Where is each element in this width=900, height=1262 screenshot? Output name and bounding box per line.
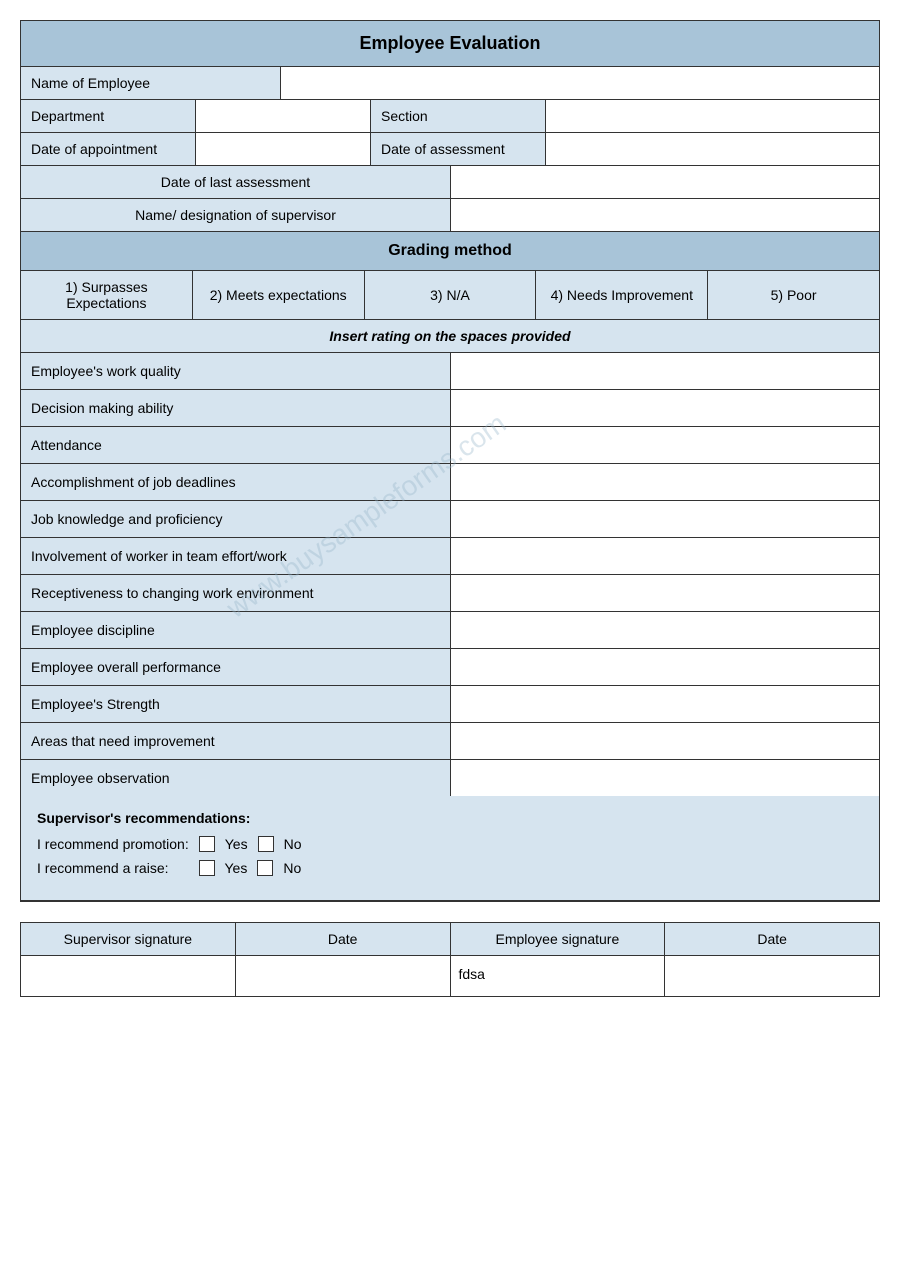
raise-label: I recommend a raise: bbox=[37, 860, 169, 876]
grade-col-1: 1) Surpasses Expectations bbox=[21, 271, 193, 319]
evaluation-items: Employee's work quality Decision making … bbox=[21, 353, 879, 796]
name-value[interactable] bbox=[281, 67, 879, 99]
supervisor-sig-value[interactable] bbox=[21, 956, 236, 996]
eval-item-label: Decision making ability bbox=[21, 390, 451, 426]
supervisor-value[interactable] bbox=[451, 199, 879, 231]
promotion-no-label: No bbox=[284, 836, 302, 852]
eval-row: Employee observation bbox=[21, 760, 879, 796]
sig-header-row: Supervisor signature Date Employee signa… bbox=[21, 923, 879, 956]
name-row: Name of Employee bbox=[21, 67, 879, 100]
eval-row: Job knowledge and proficiency bbox=[21, 501, 879, 538]
eval-item-label: Employee overall performance bbox=[21, 649, 451, 685]
name-label: Name of Employee bbox=[21, 67, 281, 99]
supervisor-row: Name/ designation of supervisor bbox=[21, 199, 879, 232]
eval-item-value[interactable] bbox=[451, 501, 879, 537]
grade-col-4: 4) Needs Improvement bbox=[536, 271, 708, 319]
promotion-line: I recommend promotion: Yes No bbox=[37, 836, 863, 852]
eval-item-value[interactable] bbox=[451, 723, 879, 759]
sig-col3-header: Employee signature bbox=[451, 923, 666, 955]
date-assess-value[interactable] bbox=[546, 133, 879, 165]
promotion-label: I recommend promotion: bbox=[37, 836, 189, 852]
last-assessment-row: Date of last assessment bbox=[21, 166, 879, 199]
promotion-yes-label: Yes bbox=[225, 836, 248, 852]
recommendations-section: Supervisor's recommendations: I recommen… bbox=[21, 796, 879, 901]
eval-item-value[interactable] bbox=[451, 760, 879, 796]
date-appt-label: Date of appointment bbox=[21, 133, 196, 165]
eval-item-label: Involvement of worker in team effort/wor… bbox=[21, 538, 451, 574]
sig-date2-value[interactable] bbox=[665, 956, 879, 996]
eval-item-value[interactable] bbox=[451, 575, 879, 611]
evaluation-form: Employee Evaluation Name of Employee Dep… bbox=[20, 20, 880, 902]
promotion-no-checkbox[interactable] bbox=[258, 836, 274, 852]
eval-item-label: Areas that need improvement bbox=[21, 723, 451, 759]
promotion-yes-checkbox[interactable] bbox=[199, 836, 215, 852]
eval-item-value[interactable] bbox=[451, 353, 879, 389]
eval-row: Employee overall performance bbox=[21, 649, 879, 686]
eval-row: Attendance bbox=[21, 427, 879, 464]
eval-item-value[interactable] bbox=[451, 686, 879, 722]
section-label: Section bbox=[371, 100, 546, 132]
section-value[interactable] bbox=[546, 100, 879, 132]
grade-col-5: 5) Poor bbox=[708, 271, 879, 319]
raise-yes-checkbox[interactable] bbox=[199, 860, 215, 876]
eval-row: Employee discipline bbox=[21, 612, 879, 649]
form-title: Employee Evaluation bbox=[21, 21, 879, 67]
signature-table: Supervisor signature Date Employee signa… bbox=[20, 922, 880, 997]
date-appt-value[interactable] bbox=[196, 133, 371, 165]
eval-item-value[interactable] bbox=[451, 390, 879, 426]
eval-row: Receptiveness to changing work environme… bbox=[21, 575, 879, 612]
date-assess-label: Date of assessment bbox=[371, 133, 546, 165]
sig-col4-header: Date bbox=[665, 923, 879, 955]
eval-row: Employee's Strength bbox=[21, 686, 879, 723]
sig-col2-header: Date bbox=[236, 923, 451, 955]
eval-row: Accomplishment of job deadlines bbox=[21, 464, 879, 501]
eval-item-label: Employee's work quality bbox=[21, 353, 451, 389]
raise-no-checkbox[interactable] bbox=[257, 860, 273, 876]
grading-cols: 1) Surpasses Expectations 2) Meets expec… bbox=[21, 271, 879, 320]
eval-item-value[interactable] bbox=[451, 649, 879, 685]
employee-sig-value[interactable]: fdsa bbox=[451, 956, 666, 996]
department-value[interactable] bbox=[196, 100, 371, 132]
grading-title: Grading method bbox=[21, 232, 879, 271]
sig-col1-header: Supervisor signature bbox=[21, 923, 236, 955]
dates-row: Date of appointment Date of assessment bbox=[21, 133, 879, 166]
eval-item-label: Employee discipline bbox=[21, 612, 451, 648]
insert-rating-label: Insert rating on the spaces provided bbox=[21, 320, 879, 353]
eval-item-label: Employee's Strength bbox=[21, 686, 451, 722]
supervisor-label: Name/ designation of supervisor bbox=[21, 199, 451, 231]
eval-item-label: Employee observation bbox=[21, 760, 451, 796]
eval-item-label: Attendance bbox=[21, 427, 451, 463]
eval-item-value[interactable] bbox=[451, 612, 879, 648]
eval-item-value[interactable] bbox=[451, 538, 879, 574]
dept-section-row: Department Section bbox=[21, 100, 879, 133]
eval-row: Areas that need improvement bbox=[21, 723, 879, 760]
eval-row: Employee's work quality bbox=[21, 353, 879, 390]
grade-col-2: 2) Meets expectations bbox=[193, 271, 365, 319]
eval-item-label: Accomplishment of job deadlines bbox=[21, 464, 451, 500]
grade-col-3: 3) N/A bbox=[365, 271, 537, 319]
sig-date1-value[interactable] bbox=[236, 956, 451, 996]
eval-item-value[interactable] bbox=[451, 464, 879, 500]
raise-no-label: No bbox=[283, 860, 301, 876]
eval-item-label: Job knowledge and proficiency bbox=[21, 501, 451, 537]
last-assessment-value[interactable] bbox=[451, 166, 879, 198]
sig-data-row: fdsa bbox=[21, 956, 879, 996]
eval-item-value[interactable] bbox=[451, 427, 879, 463]
last-assessment-label: Date of last assessment bbox=[21, 166, 451, 198]
department-label: Department bbox=[21, 100, 196, 132]
rec-title: Supervisor's recommendations: bbox=[37, 810, 863, 826]
raise-yes-label: Yes bbox=[225, 860, 248, 876]
eval-row: Decision making ability bbox=[21, 390, 879, 427]
raise-line: I recommend a raise: Yes No bbox=[37, 860, 863, 876]
eval-row: Involvement of worker in team effort/wor… bbox=[21, 538, 879, 575]
eval-item-label: Receptiveness to changing work environme… bbox=[21, 575, 451, 611]
